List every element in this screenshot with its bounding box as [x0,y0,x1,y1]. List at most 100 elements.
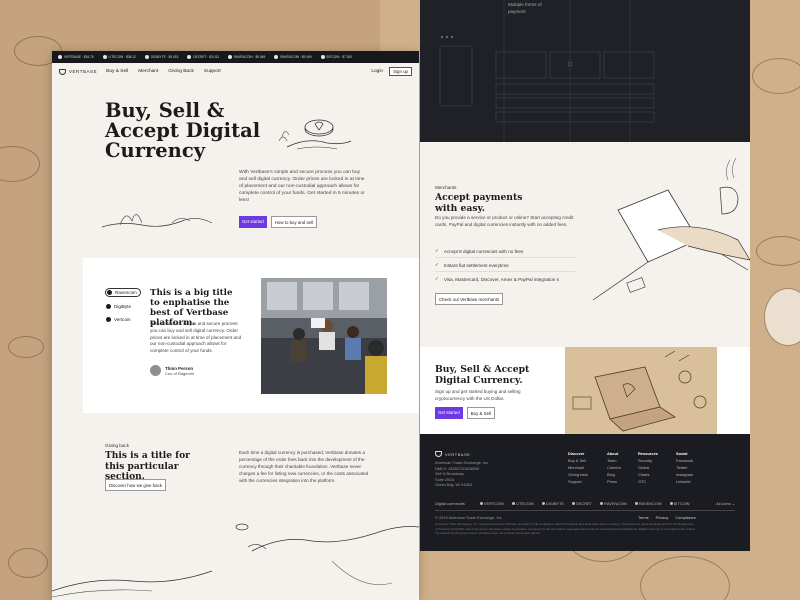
tickers-label: Digital currencies [435,501,465,506]
nav-link-merchant[interactable]: Merchant [138,69,158,74]
crypto-option-vertcoin[interactable]: Vertcoin [105,316,141,323]
price-ticker: VERTBASE · $36.75 LITECOIN · $38.12 DIGIBY… [52,51,419,63]
wireframe-dashboard [439,0,655,142]
footer-logo-text: VERTBASE [445,451,471,457]
coin-icon [541,502,545,505]
footer-link[interactable]: Charts [638,471,658,478]
footer-link[interactable]: LinkedIn [676,478,693,485]
footer-link[interactable]: Buy & Sell [568,457,588,464]
avatar [150,365,161,376]
get-started-button[interactable]: Get started [239,216,267,228]
discover-give-back-button[interactable]: Discover how we give back [105,479,166,491]
footer-ticker-item: VERTCOIN [479,501,504,506]
footer-ticker-item: RAVENCOIN [634,501,662,506]
footer-ticker-label: DIGIBYTE [545,501,565,506]
coin-illustration [0,146,40,182]
footer-link[interactable]: Giving back [568,471,588,478]
footer-column: Social Facebook Twitter Instagram LinkedIn [676,450,693,485]
address-line: American Trade Exchange, Inc [435,460,489,465]
login-link[interactable]: Login [371,69,383,74]
privacy-link[interactable]: Privacy [656,515,669,520]
desk-laptop-illustration [572,350,707,432]
nav-link-giving-back[interactable]: Giving Back [168,69,194,74]
cta-buy-sell-button[interactable]: Buy & Sell [466,407,495,419]
footer-link[interactable]: Global [638,464,658,471]
coin-icon [187,55,192,59]
ticker-item: RAVENCOIN · $9.069 [274,55,312,59]
top-nav: VERTBASE Buy & Sell Merchant Giving Back… [52,63,419,80]
giving-title: This is a title for this particular sect… [105,450,190,482]
office-photo [261,278,387,394]
nav-link-support[interactable]: Support [204,69,221,74]
check-merchants-button[interactable]: Check out Vertbase merchants [435,293,504,305]
crypto-label: Vertcoin [114,317,131,322]
footer-link[interactable]: Facebook [676,457,693,464]
footer-tickers: Digital currencies VERTCOIN LITECOIN DIGIB… [435,501,735,506]
footer-ticker-item: LITECOIN [511,501,534,506]
homepage-mockup: VERTBASE · $36.75 LITECOIN · $38.12 DIGIBY… [52,51,419,600]
crypto-selector: Ravencoin DigiByte Vertcoin [105,288,141,323]
crypto-option-digibyte[interactable]: DigiByte [105,303,141,310]
signup-button[interactable]: Sign up [389,67,412,76]
terms-link[interactable]: Terms [638,515,649,520]
cta-section: Buy, Sell & Accept Digital Currency. Sig… [420,347,750,434]
coin-illustration [8,548,48,578]
footer-link[interactable]: Security [638,457,658,464]
ticker-label: RAVENCOIN · $9.069 [280,55,312,59]
merchants-description: Do you provide a service or product or o… [435,215,574,227]
footer-link[interactable]: Team [607,457,621,464]
footer-link[interactable]: Blog [607,471,621,478]
vertcoin-icon [106,317,111,322]
vertbase-logo[interactable]: VERTBASE [59,68,97,75]
feature-card: Ravencoin DigiByte Vertcoin This is a bi… [83,258,419,413]
ticker-label: LITECOIN · $38.12 [108,55,136,59]
footer-address: American Trade Exchange, Inc NMLS: 15382… [435,460,488,488]
footer-column: About Team Careers Blog Press [607,450,621,485]
divider [435,510,735,511]
footer-link[interactable]: Support [568,478,588,485]
nav-link-buy-sell[interactable]: Buy & Sell [106,69,128,74]
footer-column-title: Discover [568,451,585,456]
footer-link[interactable]: Press [607,478,621,485]
coin-icon [511,502,515,505]
hand-illustration [102,214,212,228]
how-to-buy-button[interactable]: How to buy and sell [270,216,318,228]
giving-label: Giving back [105,443,130,448]
coin-icon [58,55,62,59]
footer-column-title: Resources [638,451,658,456]
compliance-link[interactable]: Compliance [675,515,696,520]
cta-get-started-button[interactable]: Get started [435,407,463,419]
footer-logo[interactable]: VERTBASE [435,451,471,457]
address-line: Green Bay, WI 54303 [435,482,473,487]
hands-illustration [52,523,419,598]
footer-ticker-item: BITCOIN [669,501,689,506]
crypto-label: Ravencoin [115,290,137,295]
footer-ticker-label: DECRET [576,501,593,506]
ticker-item: VERTBASE · $36.75 [58,55,94,59]
check-icon: ✓ [435,248,439,253]
shield-logo-icon [435,451,442,457]
card-description: With Vertbase's simple and secure proces… [150,321,242,354]
office-photo-illustration [261,278,387,394]
coin-icon [102,55,107,59]
footer-column-title: About [607,451,619,456]
hero-title: Buy, Sell & Accept Digital Currency [105,99,261,162]
footer-ticker-item: DECRET [572,501,592,506]
footer-link[interactable]: Instagram [676,471,693,478]
footer-ticker-label: LITECOIN [515,501,534,506]
dashboard-preview: Multiple forms of payment [420,0,750,142]
all-coins-dropdown[interactable]: All coins ⌄ [716,501,735,506]
merchant-page-mockup: Multiple forms of payment Merchants Acce… [420,0,750,551]
check-icon: ✓ [435,262,439,267]
crypto-option-ravencoin[interactable]: Ravencoin [105,288,141,297]
giving-description: Each time a digital currency is purchase… [239,450,369,483]
footer-link[interactable]: Merchant [568,464,588,471]
coin-icon [572,502,576,505]
footer-link[interactable]: Twitter [676,464,693,471]
divider [435,271,575,272]
footer-link[interactable]: Careers [607,464,621,471]
footer-link[interactable]: OTC [638,478,658,485]
divider [435,257,575,258]
tablet-payment-illustration [592,157,750,301]
coin-icon [634,502,638,505]
